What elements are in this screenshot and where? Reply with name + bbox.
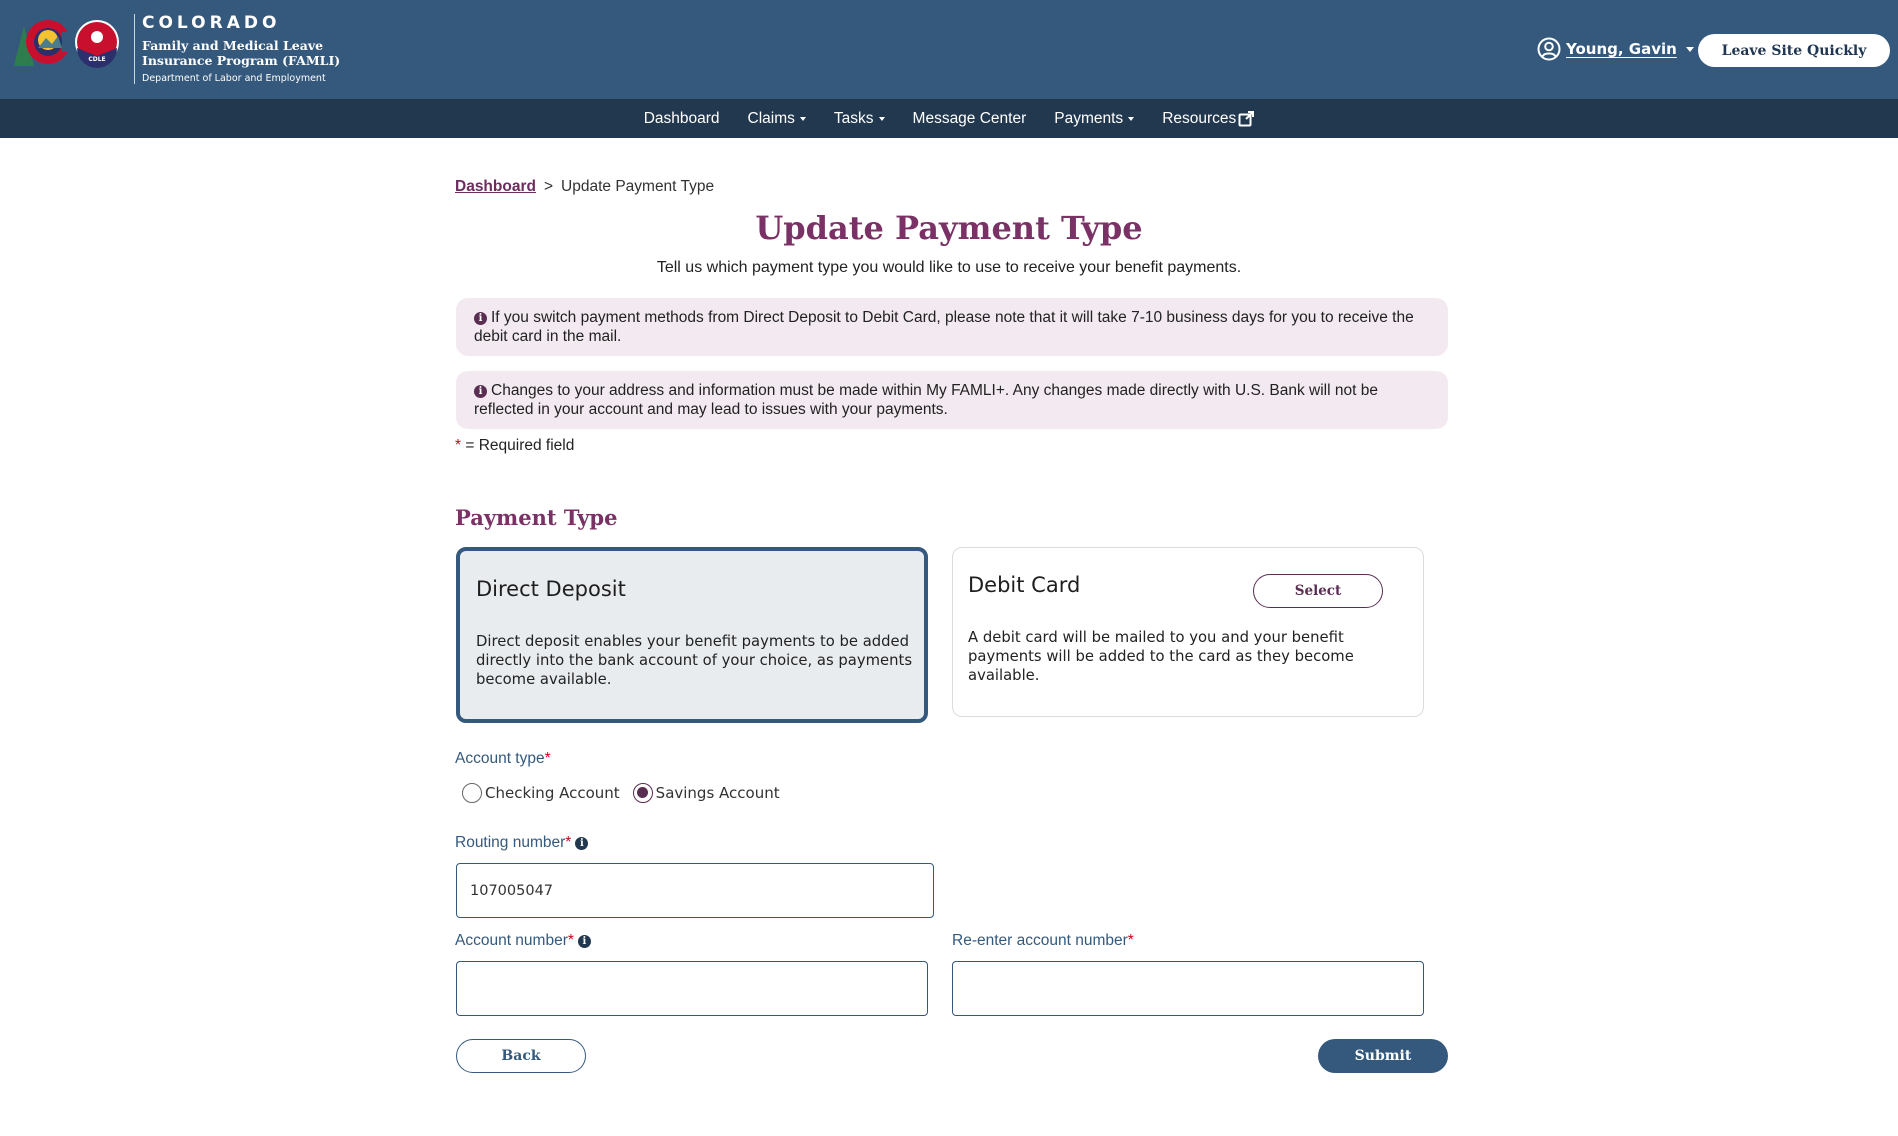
account-type-radio-group: Checking Account Savings Account [462, 783, 793, 803]
nav-label: Message Center [912, 109, 1027, 127]
colorado-cdle-logo[interactable]: CDLE [12, 14, 132, 70]
account-number-input[interactable] [456, 961, 928, 1016]
nav-label: Resources [1162, 109, 1237, 127]
brand-program-line1: Family and Medical Leave [142, 38, 324, 53]
nav-item-message-center[interactable]: Message Center [899, 110, 1041, 128]
breadcrumb-separator: > [543, 178, 554, 195]
nav-label: Payments [1054, 109, 1124, 127]
brand-program-line2: Insurance Program (FAMLI) [142, 53, 341, 68]
required-field-note: * = Required field [455, 437, 574, 455]
nav-item-dashboard[interactable]: Dashboard [630, 110, 734, 128]
back-button[interactable]: Back [456, 1039, 586, 1073]
savings-account-radio[interactable] [632, 783, 653, 803]
leave-site-quickly-button[interactable]: Leave Site Quickly [1698, 34, 1890, 67]
alert-text: If you switch payment methods from Direc… [474, 309, 1414, 345]
chevron-down-icon [799, 116, 806, 121]
main-nav: Dashboard Claims Tasks Message Center Pa… [0, 99, 1898, 138]
logo-divider [134, 14, 135, 84]
submit-button[interactable]: Submit [1318, 1039, 1448, 1073]
nav-label: Tasks [833, 109, 874, 127]
nav-label: Dashboard [643, 109, 720, 127]
required-star: * [1127, 932, 1134, 949]
nav-item-tasks[interactable]: Tasks [820, 110, 899, 128]
required-star: * [544, 750, 551, 767]
page-subtitle: Tell us which payment type you would lik… [656, 259, 1242, 276]
breadcrumb-dashboard-link[interactable]: Dashboard [455, 178, 536, 195]
label-text: Account number [455, 932, 568, 949]
required-star: * [567, 932, 574, 949]
nav-label: Claims [747, 109, 795, 127]
routing-number-input[interactable] [456, 863, 934, 918]
breadcrumb-current: Update Payment Type [561, 178, 715, 195]
external-link-icon [1238, 110, 1255, 126]
radio-label: Checking Account [485, 784, 620, 802]
info-icon[interactable]: i [577, 934, 591, 948]
label-text: Routing number [455, 834, 566, 851]
info-icon[interactable]: i [575, 836, 589, 850]
chevron-down-icon [1128, 116, 1135, 121]
option-description: A debit card will be mailed to you and y… [968, 629, 1354, 684]
info-icon: i [474, 385, 487, 398]
site-header: CDLE COLORADO Family and Medical Leave I… [0, 0, 1898, 99]
reenter-account-number-label: Re-enter account number * [952, 932, 1134, 950]
payment-option-direct-deposit[interactable]: Direct Deposit Direct deposit enables yo… [456, 547, 928, 723]
nav-item-payments[interactable]: Payments [1040, 110, 1148, 128]
routing-number-label: Routing number * i [455, 834, 589, 852]
payment-option-debit-card[interactable]: Debit Card Select A debit card will be m… [952, 547, 1424, 717]
chevron-down-icon [1685, 46, 1694, 52]
label-text: Re-enter account number [952, 932, 1128, 949]
page-title: Update Payment Type [755, 209, 1143, 247]
account-number-label: Account number * i [455, 932, 591, 950]
brand-state: COLORADO [142, 13, 281, 33]
alert-text: Changes to your address and information … [474, 382, 1378, 418]
option-title: Debit Card [968, 573, 1081, 597]
option-description: Direct deposit enables your benefit paym… [476, 633, 913, 688]
breadcrumb: Dashboard > Update Payment Type [455, 178, 714, 196]
info-alert-address-changes: i Changes to your address and information… [456, 371, 1448, 429]
info-alert-debit-card-delay: i If you switch payment methods from Dire… [456, 298, 1448, 356]
label-text: Account type [455, 750, 545, 767]
svg-text:CDLE: CDLE [88, 56, 105, 63]
payment-type-heading: Payment Type [455, 505, 618, 530]
nav-item-claims[interactable]: Claims [734, 110, 820, 128]
chevron-down-icon [878, 116, 885, 121]
required-note-text: = Required field [461, 437, 575, 454]
brand-department: Department of Labor and Employment [142, 73, 326, 84]
account-type-label: Account type * [455, 750, 551, 768]
select-debit-card-button[interactable]: Select [1253, 574, 1383, 608]
radio-option-checking[interactable]: Checking Account [462, 783, 620, 803]
info-icon: i [474, 312, 487, 325]
reenter-account-number-input[interactable] [952, 961, 1424, 1016]
user-name[interactable]: Young, Gavin [1566, 40, 1677, 58]
radio-option-savings[interactable]: Savings Account [632, 783, 780, 803]
user-circle-icon [1537, 37, 1561, 61]
brand-program: Family and Medical Leave Insurance Progr… [142, 38, 340, 68]
option-title: Direct Deposit [476, 577, 626, 601]
required-star: * [565, 834, 572, 851]
nav-item-resources[interactable]: Resources [1148, 110, 1268, 128]
radio-label: Savings Account [655, 784, 780, 802]
checking-account-radio[interactable] [462, 783, 482, 803]
user-menu[interactable]: Young, Gavin [1537, 37, 1694, 61]
